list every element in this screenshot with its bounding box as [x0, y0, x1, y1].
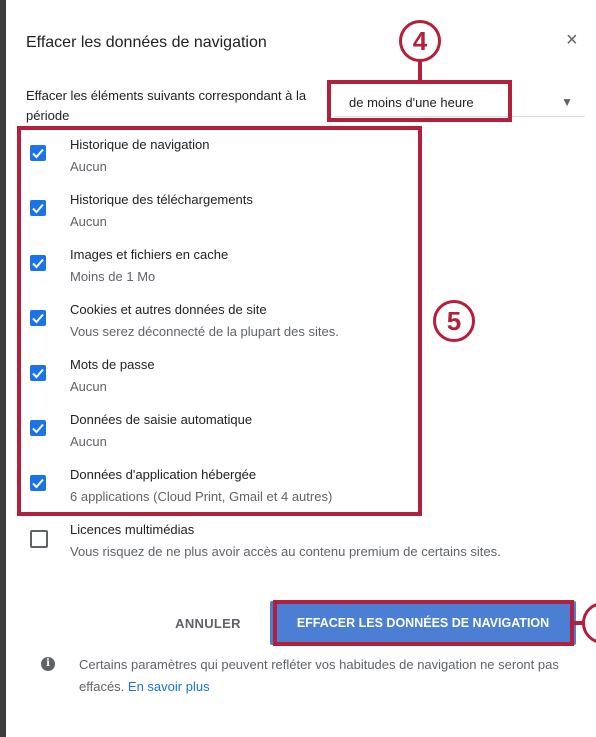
annotation-marker-4: 4 — [399, 20, 441, 62]
annotation-box-5 — [17, 126, 422, 516]
window-edge — [0, 0, 6, 737]
item-name: Licences multimédias — [70, 522, 195, 537]
annotation-box-6 — [273, 600, 574, 646]
annotation-marker-6-partial — [582, 602, 596, 644]
info-icon: i — [41, 657, 55, 671]
item-desc: Vous risquez de ne plus avoir accès au c… — [70, 544, 501, 559]
chevron-down-icon: ▼ — [561, 95, 573, 109]
learn-more-link[interactable]: En savoir plus — [128, 679, 210, 694]
period-label: Effacer les éléments suivants correspond… — [26, 88, 307, 123]
info-note: Certains paramètres qui peuvent refléter… — [79, 654, 569, 698]
annotation-box-4 — [327, 80, 512, 122]
dialog-title: Effacer les données de navigation — [26, 34, 267, 51]
checkbox-unchecked[interactable] — [30, 530, 48, 548]
annotation-marker-5: 5 — [433, 300, 475, 342]
cancel-button[interactable]: ANNULER — [163, 612, 253, 636]
close-icon[interactable]: × — [566, 29, 578, 52]
